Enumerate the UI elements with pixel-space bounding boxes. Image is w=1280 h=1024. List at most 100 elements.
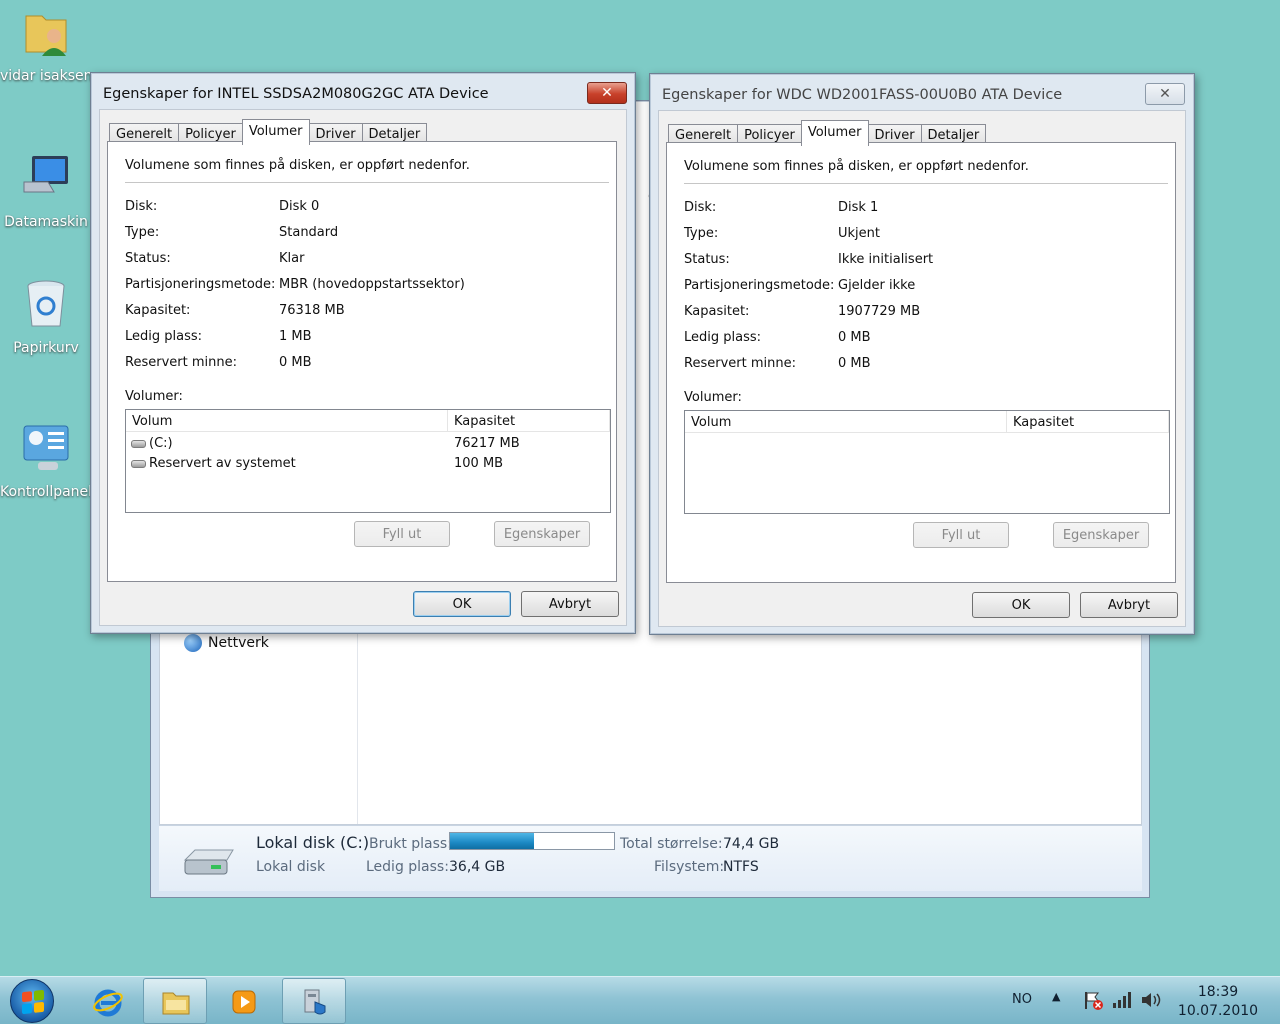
show-hidden-icons-icon[interactable]: ▲ — [1052, 990, 1060, 1003]
drive-name: Lokal disk (C:) — [256, 833, 370, 852]
tab-volumes[interactable]: Volumer — [241, 119, 310, 145]
close-icon: ✕ — [1159, 86, 1171, 102]
volumes-list[interactable]: Volum Kapasitet (C:) 76217 MB Reservert … — [125, 409, 611, 513]
free-space-value: 36,4 GB — [449, 859, 506, 875]
taskbar: NO ▲ 18:39 10.07.2010 — [0, 976, 1280, 1024]
field-value-disk: Disk 0 — [279, 199, 320, 214]
field-label-free: Ledig plass: — [125, 329, 203, 344]
tab-volumes[interactable]: Volumer — [800, 120, 869, 146]
field-label-reserved: Reservert minne: — [125, 355, 237, 370]
volume-capacity: 76217 MB — [454, 436, 520, 451]
list-item[interactable]: (C:) 76217 MB — [126, 434, 610, 454]
clock-time: 18:39 — [1197, 984, 1239, 1000]
volume-name: Reservert av systemet — [149, 456, 296, 471]
taskbar-media-player[interactable] — [211, 978, 275, 1024]
column-header-capacity[interactable]: Kapasitet — [448, 410, 610, 432]
desktop-icon-label: vidar isaksen — [0, 68, 93, 84]
drive-icon — [131, 439, 146, 448]
volume-capacity: 100 MB — [454, 456, 504, 471]
column-header-volume[interactable]: Volum — [685, 411, 1007, 433]
field-value-free: 1 MB — [279, 329, 312, 344]
dialog-title: Egenskaper for WDC WD2001FASS-00U0B0 ATA… — [662, 87, 1063, 103]
volume-properties-button[interactable]: Egenskaper — [494, 521, 590, 547]
taskbar-internet-explorer[interactable] — [75, 978, 139, 1024]
nav-item-label: Nettverk — [208, 635, 269, 651]
properties-dialog-ssd[interactable]: Egenskaper for INTEL SSDSA2M080G2GC ATA … — [90, 72, 636, 634]
start-button[interactable] — [10, 979, 54, 1023]
field-label-capacity: Kapasitet: — [125, 303, 191, 318]
internet-explorer-icon — [93, 989, 123, 1017]
device-manager-icon — [304, 989, 326, 1015]
taskbar-explorer[interactable] — [143, 978, 207, 1024]
dialog-client-area: Generelt Policyer Volumer Driver Detalje… — [99, 109, 627, 626]
cancel-button[interactable]: Avbryt — [1080, 592, 1178, 618]
field-label-status: Status: — [684, 252, 730, 267]
list-header: Volum Kapasitet — [126, 410, 610, 432]
nav-item-network[interactable]: Nettverk — [184, 634, 269, 652]
intro-text: Volumene som finnes på disken, er oppfør… — [684, 159, 1029, 174]
close-button[interactable]: ✕ — [587, 82, 627, 104]
volumes-list[interactable]: Volum Kapasitet — [684, 410, 1170, 514]
field-label-status: Status: — [125, 251, 171, 266]
cancel-button[interactable]: Avbryt — [521, 591, 619, 617]
column-header-volume[interactable]: Volum — [126, 410, 448, 432]
field-value-status: Klar — [279, 251, 305, 266]
field-label-disk: Disk: — [684, 200, 717, 215]
ok-button[interactable]: OK — [413, 591, 511, 617]
filesystem-value: NTFS — [723, 859, 759, 875]
used-space-bar-fill — [450, 833, 534, 849]
desktop-icon-recycle-bin[interactable]: Papirkurv — [0, 278, 92, 356]
computer-icon — [23, 156, 68, 193]
separator — [125, 182, 609, 183]
field-label-free: Ledig plass: — [684, 330, 762, 345]
field-value-partition: Gjelder ikke — [838, 278, 916, 293]
recycle-bin-icon — [27, 280, 65, 327]
used-space-bar — [449, 832, 615, 850]
dialog-client-area: Generelt Policyer Volumer Driver Detalje… — [658, 110, 1186, 627]
network-signal-icon[interactable] — [1112, 991, 1132, 1009]
dialog-title: Egenskaper for INTEL SSDSA2M080G2GC ATA … — [103, 86, 489, 102]
desktop-icon-user-folder[interactable]: vidar isaksen — [0, 6, 93, 84]
details-pane: Lokal disk (C:) Lokal disk Brukt plass: … — [159, 825, 1142, 891]
volume-properties-button[interactable]: Egenskaper — [1053, 522, 1149, 548]
filesystem-label: Filsystem: — [654, 859, 725, 875]
desktop-icon-label: Datamaskin — [4, 214, 88, 230]
volume-speaker-icon[interactable] — [1140, 991, 1162, 1009]
list-header: Volum Kapasitet — [685, 411, 1169, 433]
field-label-disk: Disk: — [125, 199, 158, 214]
intro-text: Volumene som finnes på disken, er oppfør… — [125, 158, 470, 173]
windows-logo-icon — [22, 989, 44, 1015]
properties-dialog-hdd[interactable]: Egenskaper for WDC WD2001FASS-00U0B0 ATA… — [649, 73, 1195, 635]
list-item[interactable]: Reservert av systemet 100 MB — [126, 454, 610, 474]
tab-panel-volumes: Volumene som finnes på disken, er oppfør… — [666, 142, 1176, 583]
field-value-reserved: 0 MB — [838, 356, 871, 371]
field-label-partition: Partisjoneringsmetode: — [684, 278, 835, 293]
desktop-icon-label: Papirkurv — [13, 340, 79, 356]
desktop-icon-control-panel[interactable]: Kontrollpanel — [0, 422, 92, 500]
volume-name: (C:) — [149, 436, 173, 451]
field-value-status: Ikke initialisert — [838, 252, 934, 267]
field-value-free: 0 MB — [838, 330, 871, 345]
column-header-capacity[interactable]: Kapasitet — [1007, 411, 1169, 433]
total-size-label: Total størrelse: — [620, 836, 723, 852]
field-label-type: Type: — [684, 226, 719, 241]
system-clock[interactable]: 18:39 10.07.2010 — [1170, 983, 1266, 1021]
language-indicator[interactable]: NO — [1012, 992, 1032, 1007]
close-button[interactable]: ✕ — [1145, 83, 1185, 105]
field-value-type: Standard — [279, 225, 339, 240]
used-space-label: Brukt plass: — [369, 836, 452, 852]
action-center-flag-icon[interactable] — [1082, 989, 1104, 1011]
total-size-value: 74,4 GB — [723, 836, 780, 852]
network-icon — [184, 634, 202, 652]
taskbar-device-manager[interactable] — [282, 978, 346, 1024]
field-value-partition: MBR (hovedoppstartssektor) — [279, 277, 465, 292]
ok-button[interactable]: OK — [972, 592, 1070, 618]
desktop-icon-computer[interactable]: Datamaskin — [0, 152, 92, 230]
drive-type: Lokal disk — [256, 859, 326, 875]
populate-button[interactable]: Fyll ut — [354, 521, 450, 547]
hard-drive-icon — [183, 849, 234, 875]
field-value-disk: Disk 1 — [838, 200, 879, 215]
populate-button[interactable]: Fyll ut — [913, 522, 1009, 548]
field-value-type: Ukjent — [838, 226, 880, 241]
separator — [684, 183, 1168, 184]
